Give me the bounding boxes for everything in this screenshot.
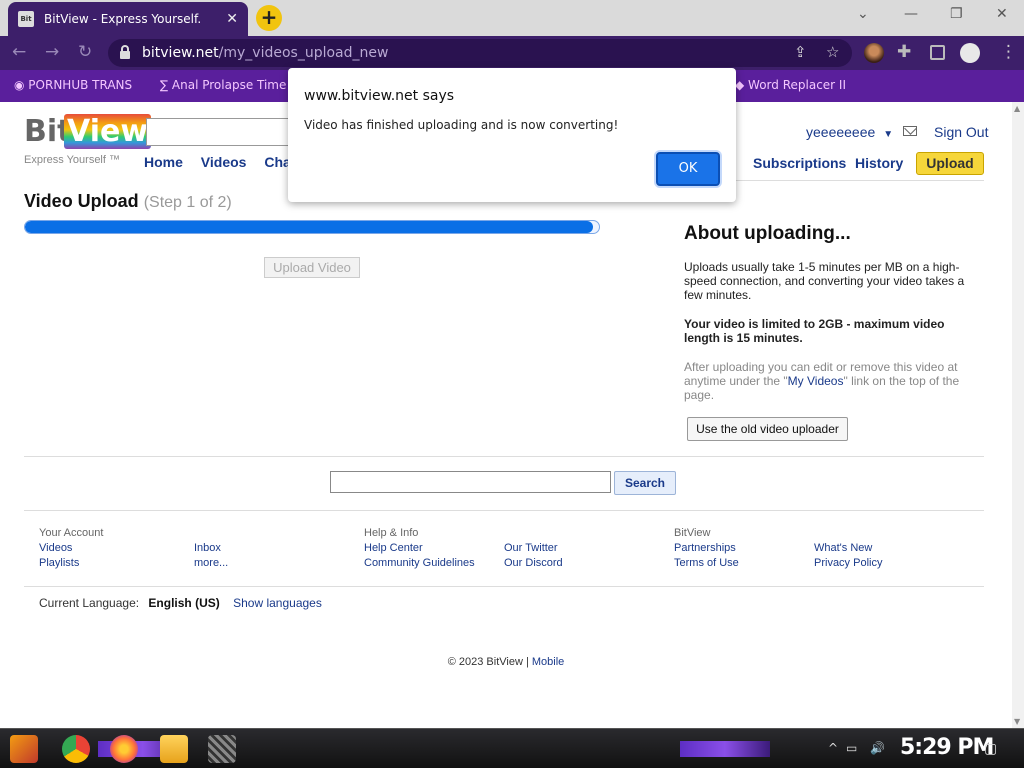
bitview-logo[interactable]: Bit View Express Yourself ™	[24, 114, 152, 168]
reload-icon[interactable]: ↻	[78, 42, 92, 62]
windows-start-icon[interactable]	[10, 735, 38, 763]
dialog-title: www.bitview.net says	[304, 88, 455, 104]
upload-video-button[interactable]: Upload Video	[264, 257, 360, 278]
user-menu[interactable]: yeeeeeeee ▼	[806, 124, 893, 140]
mobile-link[interactable]: Mobile	[532, 656, 564, 668]
footer-divider-top	[24, 510, 984, 511]
about-paragraph-3: After uploading you can edit or remove t…	[684, 360, 960, 402]
notifications-icon[interactable]: ▢	[984, 741, 997, 757]
username: yeeeeeeee	[806, 124, 876, 140]
about-paragraph-2: Your video is limited to 2GB - maximum v…	[684, 317, 945, 345]
page-title: Video Upload (Step 1 of 2)	[24, 191, 232, 211]
scroll-up-icon[interactable]: ▲	[1014, 104, 1020, 113]
page-scrollbar[interactable]: ▲ ▼	[1012, 102, 1024, 728]
extension-avatar-icon[interactable]	[864, 43, 884, 63]
copyright: © 2023 BitView | Mobile	[447, 656, 565, 668]
chevron-down-icon[interactable]: ⌄	[857, 6, 869, 22]
tab-strip: Bit BitView - Express Yourself. ✕ + ⌄ — …	[0, 0, 1024, 36]
footer-search-button[interactable]: Search	[614, 471, 676, 495]
footer-heading-account: Your Account	[39, 527, 104, 539]
taskbar-clock[interactable]: 5:29 PM	[900, 735, 994, 760]
url-text: bitview.net/my_videos_upload_new	[142, 45, 389, 61]
subscriptions-link[interactable]: Subscriptions	[753, 155, 846, 171]
address-bar[interactable]: bitview.net/my_videos_upload_new ⇪ ☆	[108, 39, 852, 67]
sidepanel-icon[interactable]	[930, 45, 945, 60]
language-selector: Current Language: English (US) Show lang…	[39, 596, 322, 610]
dialog-ok-button[interactable]: OK	[656, 152, 720, 186]
footer-heading-bitview: BitView	[674, 527, 711, 539]
history-link[interactable]: History	[855, 155, 903, 171]
menu-icon[interactable]: ⋮	[1000, 42, 1017, 62]
nav-videos[interactable]: Videos	[201, 154, 247, 170]
footer-link-twitter[interactable]: Our Twitter	[504, 542, 558, 554]
footer-link-discord[interactable]: Our Discord	[504, 557, 563, 569]
footer-link-partnerships[interactable]: Partnerships	[674, 542, 736, 554]
nav-home[interactable]: Home	[144, 154, 183, 170]
footer-link-inbox[interactable]: Inbox	[194, 542, 221, 554]
tab-title: BitView - Express Yourself.	[44, 12, 202, 26]
browser-toolbar: ← → ↻ bitview.net/my_videos_upload_new ⇪…	[0, 36, 1024, 70]
step-indicator: (Step 1 of 2)	[143, 194, 232, 211]
new-tab-button[interactable]: +	[256, 5, 282, 31]
current-language: English (US)	[148, 596, 220, 610]
upload-progress-bar	[24, 220, 600, 234]
footer-link-terms[interactable]: Terms of Use	[674, 557, 739, 569]
firefox-icon[interactable]	[110, 735, 138, 763]
footer-divider-bottom	[24, 586, 984, 587]
footer-link-privacy[interactable]: Privacy Policy	[814, 557, 882, 569]
forward-icon[interactable]: →	[45, 42, 59, 62]
footer-search-input[interactable]	[330, 471, 611, 493]
minimize-icon[interactable]: —	[904, 6, 918, 22]
content-divider	[24, 456, 984, 457]
back-icon[interactable]: ←	[12, 42, 26, 62]
bitview-favicon-icon: Bit	[18, 11, 34, 27]
network-icon[interactable]: ▭	[846, 741, 857, 755]
bookmark-2[interactable]: ∑ Anal Prolapse Time	[160, 78, 286, 92]
my-videos-link[interactable]: My Videos	[788, 374, 844, 388]
restore-icon[interactable]: ❐	[950, 6, 963, 22]
tray-chevron-icon[interactable]: ^	[828, 741, 838, 755]
bookmark-1[interactable]: ◉ PORNHUB TRANS	[14, 78, 132, 92]
about-paragraph-1: Uploads usually take 1-5 minutes per MB …	[684, 260, 965, 302]
header-search-input[interactable]	[146, 118, 296, 146]
speaker-icon[interactable]: 🔊	[870, 741, 885, 755]
about-uploading-heading: About uploading...	[684, 223, 851, 244]
lock-icon[interactable]	[120, 45, 130, 59]
upload-button[interactable]: Upload	[916, 152, 984, 175]
browser-tab[interactable]: Bit BitView - Express Yourself. ✕	[8, 2, 248, 36]
taskbar: ^ ▭ 🔊 5:29 PM ▢	[0, 728, 1024, 768]
chrome-icon[interactable]	[62, 735, 90, 763]
footer-link-more[interactable]: more...	[194, 557, 228, 569]
folder-icon[interactable]	[160, 735, 188, 763]
star-icon[interactable]: ☆	[826, 43, 839, 61]
sign-out-link[interactable]: Sign Out	[934, 124, 988, 140]
footer-heading-help: Help & Info	[364, 527, 419, 539]
upload-progress-fill	[25, 221, 594, 233]
profile-icon[interactable]	[960, 43, 980, 63]
footer-link-playlists[interactable]: Playlists	[39, 557, 79, 569]
site-tagline: Express Yourself ™	[24, 154, 120, 166]
scroll-down-icon[interactable]: ▼	[1014, 717, 1020, 726]
window-close-icon[interactable]: ✕	[996, 6, 1008, 22]
footer-link-guidelines[interactable]: Community Guidelines	[364, 557, 475, 569]
taskbar-decoration-right	[680, 741, 770, 757]
footer-link-videos[interactable]: Videos	[39, 542, 72, 554]
show-languages-link[interactable]: Show languages	[233, 596, 322, 610]
chevron-down-icon[interactable]: ▼	[883, 129, 893, 140]
footer-link-whats-new[interactable]: What's New	[814, 542, 872, 554]
close-icon[interactable]: ✕	[226, 11, 238, 27]
dialog-message: Video has finished uploading and is now …	[304, 118, 619, 132]
extensions-icon[interactable]: ✚	[897, 42, 911, 62]
alert-dialog: www.bitview.net says Video has finished …	[288, 68, 736, 202]
share-icon[interactable]: ⇪	[794, 43, 807, 61]
app-window-icon[interactable]	[208, 735, 236, 763]
bookmark-3[interactable]: ◆ Word Replacer II	[735, 78, 846, 92]
footer-link-help-center[interactable]: Help Center	[364, 542, 423, 554]
old-uploader-button[interactable]: Use the old video uploader	[687, 417, 848, 441]
mail-icon[interactable]	[903, 126, 917, 136]
